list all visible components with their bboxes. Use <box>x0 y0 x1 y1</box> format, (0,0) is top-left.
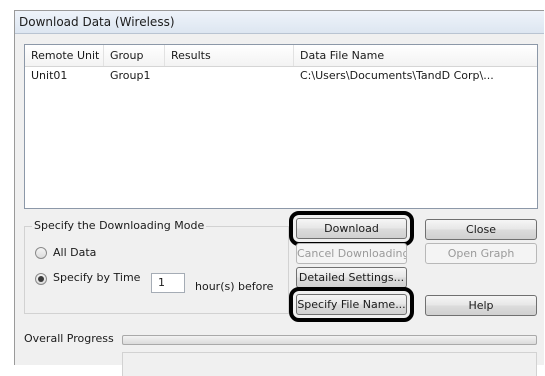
specify-by-time-radio[interactable] <box>35 273 47 285</box>
column-header-data-file-name[interactable]: Data File Name <box>294 45 539 66</box>
cell-data-file-name: C:\Users\Documents\TandD Corp\... <box>300 69 494 82</box>
overall-progress-bar <box>122 335 537 345</box>
column-header-remote-unit[interactable]: Remote Unit <box>25 45 104 66</box>
help-button[interactable]: Help <box>425 295 537 316</box>
window-title: Download Data (Wireless) <box>19 15 175 29</box>
cell-group: Group1 <box>110 69 151 82</box>
table-row[interactable]: Unit01 Group1 C:\Users\Documents\TandD C… <box>25 67 537 85</box>
cancel-downloading-button[interactable]: Cancel Downloading <box>296 243 407 264</box>
cell-results <box>165 67 294 85</box>
hours-before-suffix: hour(s) before <box>195 280 274 293</box>
all-data-radio[interactable] <box>35 247 47 259</box>
title-bar: Download Data (Wireless) <box>15 11 544 34</box>
status-message-box <box>122 352 537 376</box>
remote-unit-list[interactable]: Remote Unit Group Results Data File Name… <box>24 44 538 209</box>
downloading-mode-label: Specify the Downloading Mode <box>32 219 207 232</box>
download-button[interactable]: Download <box>289 211 414 246</box>
column-header-results[interactable]: Results <box>165 45 294 66</box>
cell-remote-unit: Unit01 <box>31 69 68 82</box>
specify-by-time-label[interactable]: Specify by Time <box>53 271 140 284</box>
download-data-dialog: Download Data (Wireless) Remote Unit Gro… <box>14 10 544 376</box>
detailed-settings-button[interactable]: Detailed Settings... <box>296 267 407 288</box>
close-button[interactable]: Close <box>425 219 537 240</box>
list-header: Remote Unit Group Results Data File Name <box>25 45 537 67</box>
open-graph-button[interactable]: Open Graph <box>425 243 537 264</box>
downloading-mode-groupbox <box>24 226 289 314</box>
overall-progress-label: Overall Progress <box>24 332 114 345</box>
column-header-group[interactable]: Group <box>104 45 165 66</box>
hours-before-input[interactable]: 1 <box>151 273 185 293</box>
specify-file-name-button[interactable]: Specify File Name... <box>289 287 414 322</box>
all-data-label[interactable]: All Data <box>53 246 96 259</box>
